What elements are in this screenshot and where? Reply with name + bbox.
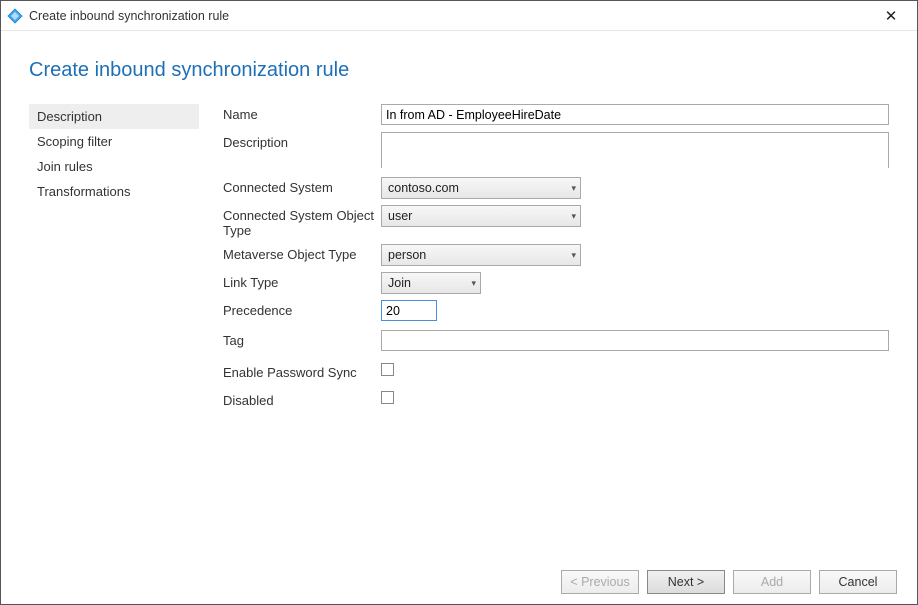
page-title: Create inbound synchronization rule [29,59,889,82]
close-button[interactable]: ✕ [871,7,911,25]
mv-object-type-dropdown[interactable]: person ▾ [381,244,581,266]
sidebar: Description Scoping filter Join rules Tr… [29,104,199,418]
sidebar-item-transformations[interactable]: Transformations [29,179,199,204]
disabled-checkbox[interactable] [381,391,394,404]
description-input[interactable] [381,132,889,168]
row-cs-object-type: Connected System Object Type user ▾ [223,205,889,238]
app-icon [7,8,23,24]
label-disabled: Disabled [223,390,381,408]
row-connected-system: Connected System contoso.com ▾ [223,177,889,199]
label-description: Description [223,132,381,150]
row-disabled: Disabled [223,390,889,412]
app-window: Create inbound synchronization rule ✕ Cr… [0,0,918,605]
chevron-down-icon: ▾ [571,211,576,222]
link-type-value: Join [388,276,411,290]
row-tag: Tag [223,330,889,352]
sidebar-item-join-rules[interactable]: Join rules [29,154,199,179]
chevron-down-icon: ▾ [571,250,576,261]
next-button[interactable]: Next > [647,570,725,594]
add-button[interactable]: Add [733,570,811,594]
window-title: Create inbound synchronization rule [29,9,871,23]
cancel-button[interactable]: Cancel [819,570,897,594]
window-body: Create inbound synchronization rule Desc… [1,31,917,560]
label-enable-password-sync: Enable Password Sync [223,362,381,380]
chevron-down-icon: ▾ [571,183,576,194]
row-enable-password-sync: Enable Password Sync [223,362,889,384]
sidebar-item-description[interactable]: Description [29,104,199,129]
link-type-dropdown[interactable]: Join ▾ [381,272,481,294]
label-precedence: Precedence [223,300,381,318]
title-bar: Create inbound synchronization rule ✕ [1,1,917,31]
label-mv-object-type: Metaverse Object Type [223,244,381,262]
sidebar-item-scoping-filter[interactable]: Scoping filter [29,129,199,154]
label-connected-system: Connected System [223,177,381,195]
row-description: Description [223,132,889,171]
label-link-type: Link Type [223,272,381,290]
precedence-input[interactable] [381,300,437,321]
form: Name Description Connected System [223,104,889,418]
cs-object-type-value: user [388,209,412,223]
row-link-type: Link Type Join ▾ [223,272,889,294]
previous-button[interactable]: < Previous [561,570,639,594]
content-area: Description Scoping filter Join rules Tr… [29,104,889,418]
tag-input[interactable] [381,330,889,351]
label-name: Name [223,104,381,122]
row-precedence: Precedence [223,300,889,322]
connected-system-value: contoso.com [388,181,459,195]
mv-object-type-value: person [388,248,426,262]
enable-password-sync-checkbox[interactable] [381,363,394,376]
chevron-down-icon: ▾ [471,278,476,289]
row-mv-object-type: Metaverse Object Type person ▾ [223,244,889,266]
cs-object-type-dropdown[interactable]: user ▾ [381,205,581,227]
label-cs-object-type: Connected System Object Type [223,205,381,238]
row-name: Name [223,104,889,126]
connected-system-dropdown[interactable]: contoso.com ▾ [381,177,581,199]
label-tag: Tag [223,330,381,348]
name-input[interactable] [381,104,889,125]
footer: < Previous Next > Add Cancel [1,560,917,604]
